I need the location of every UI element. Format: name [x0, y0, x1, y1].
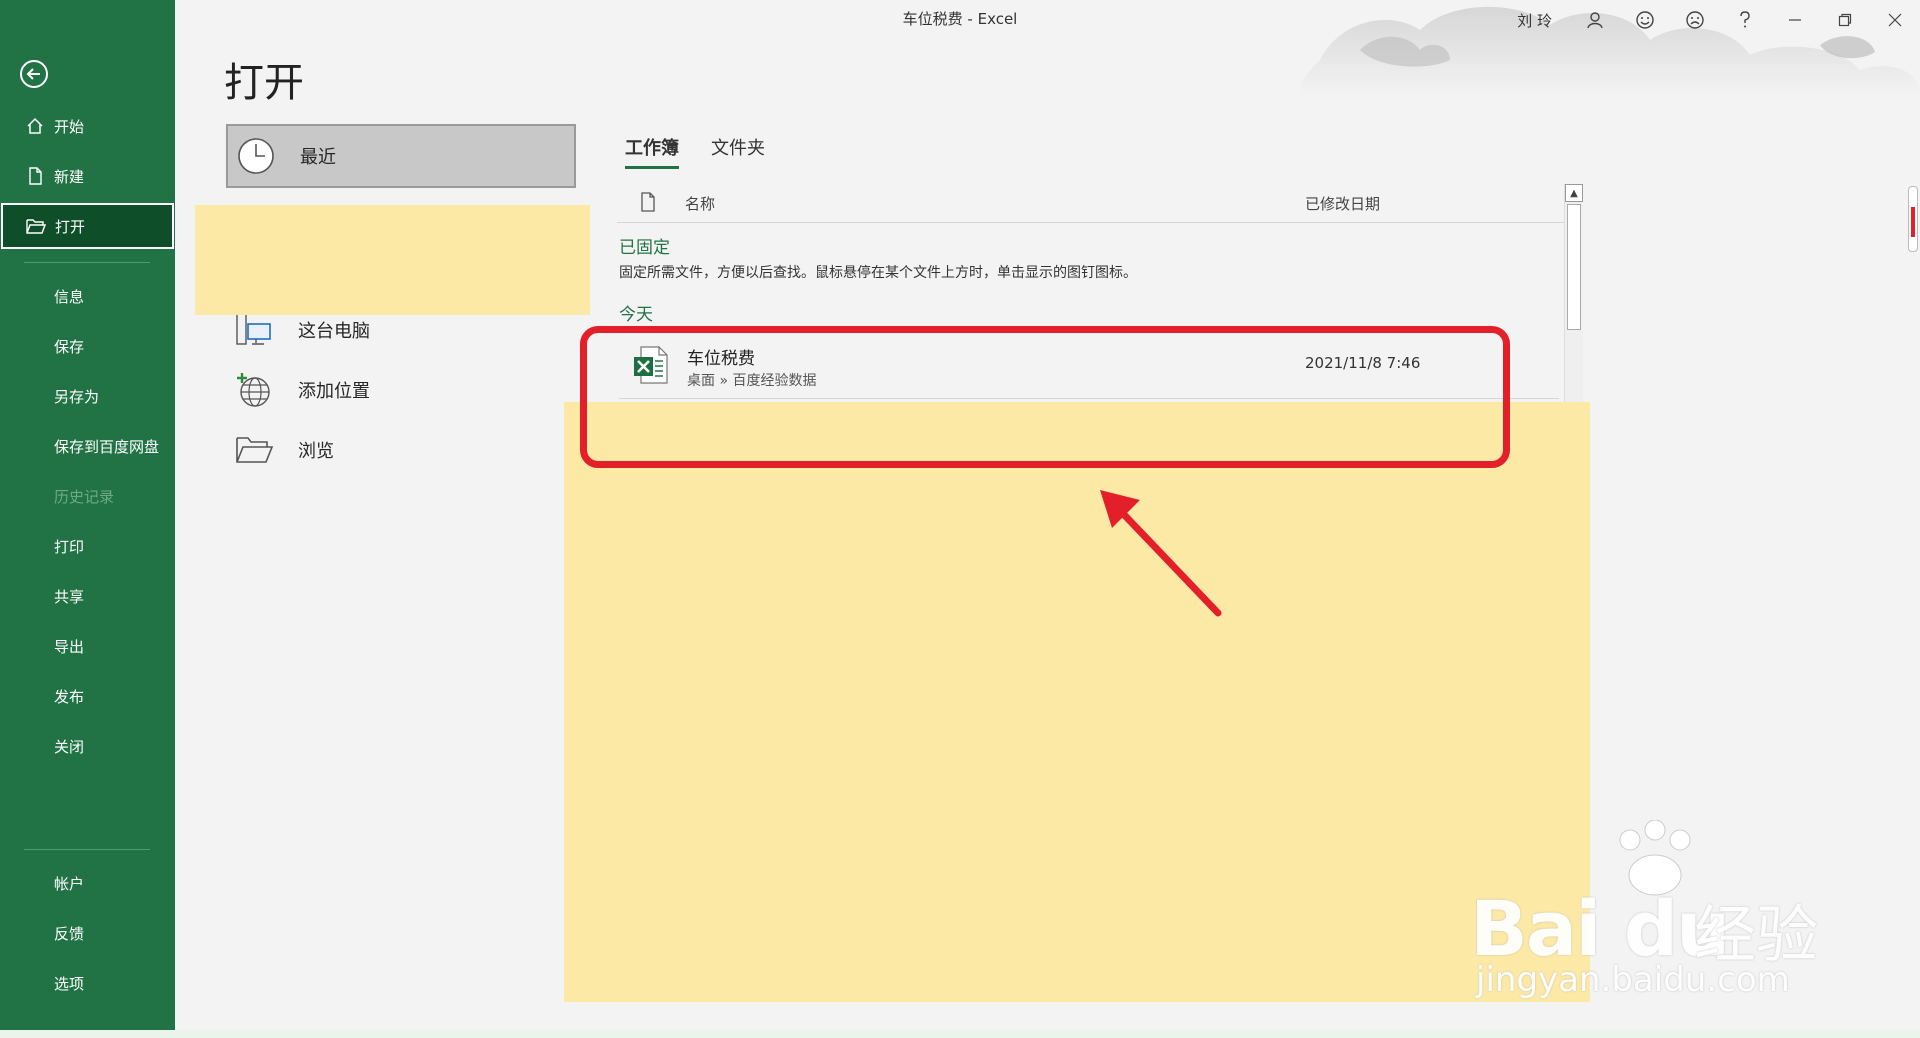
nav-label: 开始	[54, 117, 85, 136]
smile-icon[interactable]	[1620, 6, 1670, 34]
nav-info[interactable]: 信息	[0, 273, 175, 319]
scroll-up-arrow-icon[interactable]: ▲	[1565, 184, 1583, 202]
close-icon[interactable]	[1870, 6, 1920, 34]
nav-home[interactable]: 开始	[0, 103, 175, 149]
nav-label: 历史记录	[54, 487, 115, 506]
home-icon	[24, 115, 46, 137]
document-icon	[640, 192, 656, 216]
nav-open[interactable]: 打开	[1, 203, 174, 249]
nav-options[interactable]: 选项	[0, 960, 175, 1006]
nav-label: 另存为	[54, 387, 100, 406]
nav-label: 反馈	[54, 924, 85, 943]
nav-label: 信息	[54, 287, 85, 306]
back-arrow-icon	[20, 60, 48, 88]
today-section-title: 今天	[619, 305, 653, 325]
highlight-annotation	[580, 326, 1510, 468]
folder-icon	[232, 428, 276, 472]
redaction-overlay	[195, 205, 590, 315]
back-button[interactable]	[18, 58, 50, 90]
account-icon[interactable]	[1570, 6, 1620, 34]
nav-label: 保存到百度网盘	[54, 437, 160, 456]
restore-icon[interactable]	[1820, 6, 1870, 34]
sidebar-divider	[24, 262, 150, 263]
redaction-overlay	[564, 402, 1590, 1002]
nav-close[interactable]: 关闭	[0, 723, 175, 769]
globe-plus-icon	[232, 368, 276, 412]
nav-save[interactable]: 保存	[0, 323, 175, 369]
nav-label: 关闭	[54, 737, 85, 756]
nav-history: 历史记录	[0, 473, 175, 519]
file-type-tabs: 工作簿 文件夹	[625, 134, 797, 169]
nav-label: 帐户	[54, 874, 85, 893]
page-title: 打开	[224, 60, 304, 106]
location-browse[interactable]: 浏览	[226, 420, 576, 480]
nav-feedback[interactable]: 反馈	[0, 910, 175, 956]
location-label: 浏览	[298, 441, 334, 462]
minimize-icon[interactable]	[1770, 6, 1820, 34]
nav-label: 导出	[54, 637, 85, 656]
nav-share[interactable]: 共享	[0, 573, 175, 619]
nav-label: 共享	[54, 587, 85, 606]
nav-save-as[interactable]: 另存为	[0, 373, 175, 419]
backstage-sidebar: 开始 新建 打开 信息 保存 另存为 保存到百度网盘 历史记录 打印 共享 导出…	[0, 0, 175, 1030]
bottom-strip	[0, 1030, 1920, 1038]
help-icon[interactable]	[1720, 6, 1770, 34]
nav-print[interactable]: 打印	[0, 523, 175, 569]
pinned-description: 固定所需文件，方便以后查找。鼠标悬停在某个文件上方时，单击显示的图钉图标。	[619, 265, 1137, 281]
tab-workbooks[interactable]: 工作簿	[625, 134, 679, 169]
file-list-header: 名称 已修改日期	[617, 184, 1565, 223]
location-label: 添加位置	[298, 381, 370, 402]
nav-label: 选项	[54, 974, 85, 993]
titlebar-controls: 刘 玲	[1517, 6, 1920, 34]
nav-account[interactable]: 帐户	[0, 860, 175, 906]
nav-label: 新建	[54, 167, 85, 186]
location-label: 这台电脑	[298, 321, 370, 342]
pointer-arrow-icon	[1100, 490, 1222, 617]
watermark-url: jingyan.baidu.com	[1476, 960, 1790, 1000]
nav-export[interactable]: 导出	[0, 623, 175, 669]
window-scroll-indicator[interactable]	[1908, 186, 1918, 252]
scroll-thumb[interactable]	[1567, 204, 1581, 330]
nav-save-baidu[interactable]: 保存到百度网盘	[0, 423, 175, 469]
column-name[interactable]: 名称	[685, 193, 715, 214]
nav-publish[interactable]: 发布	[0, 673, 175, 719]
location-recent[interactable]: 最近	[226, 124, 576, 188]
baidu-watermark: Bai du 经验 jingyan.baidu.com	[1470, 820, 1850, 1000]
clock-icon	[234, 134, 278, 178]
sidebar-divider	[24, 849, 150, 850]
open-folder-icon	[25, 215, 47, 237]
column-modified-date[interactable]: 已修改日期	[1305, 193, 1380, 214]
pinned-section-title: 已固定	[619, 238, 670, 258]
nav-label: 发布	[54, 687, 85, 706]
frown-icon[interactable]	[1670, 6, 1720, 34]
file-list-scrollbar[interactable]: ▲	[1564, 184, 1583, 402]
tab-folders[interactable]: 文件夹	[711, 134, 765, 169]
user-name[interactable]: 刘 玲	[1517, 10, 1552, 31]
new-file-icon	[24, 165, 46, 187]
location-add-place[interactable]: 添加位置	[226, 360, 576, 420]
nav-label: 保存	[54, 337, 85, 356]
nav-new[interactable]: 新建	[0, 153, 175, 199]
nav-label: 打印	[54, 537, 85, 556]
location-label: 最近	[300, 147, 336, 168]
nav-label: 打开	[55, 217, 86, 236]
